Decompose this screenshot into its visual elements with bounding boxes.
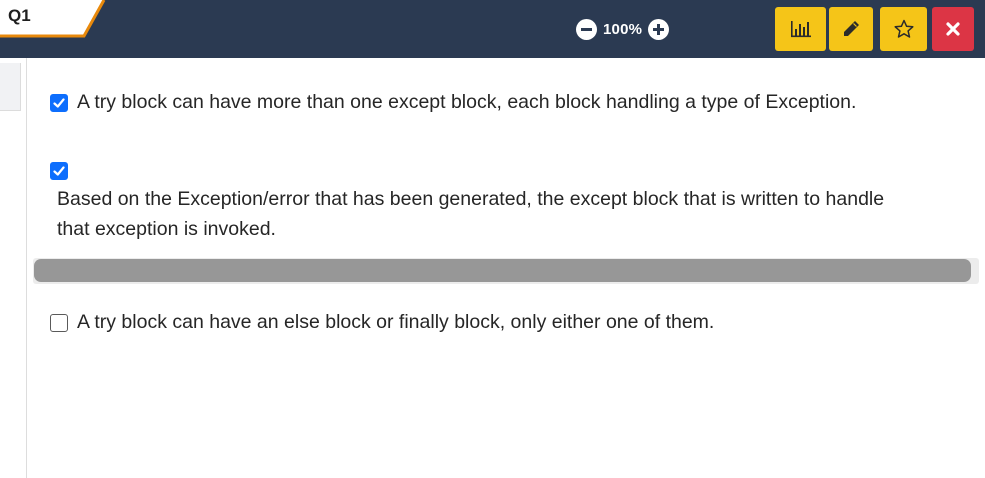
option-2-checkbox[interactable] <box>50 162 68 180</box>
check-icon <box>53 166 65 176</box>
option-2-text-line-2: that exception is invoked. <box>57 218 276 240</box>
question-number: Q1 <box>8 6 31 25</box>
side-panel <box>0 63 21 111</box>
edit-button[interactable] <box>829 7 873 51</box>
pencil-icon <box>844 21 859 36</box>
stats-button[interactable] <box>775 7 826 51</box>
option-1-checkbox[interactable] <box>50 94 68 112</box>
top-bar: Q1 100% <box>0 0 985 58</box>
option-1-text: A try block can have more than one excep… <box>77 91 857 113</box>
check-icon <box>53 98 65 108</box>
scrollbar-thumb[interactable] <box>34 259 971 282</box>
question-tab[interactable]: Q1 <box>0 0 110 38</box>
zoom-control: 100% <box>576 16 670 42</box>
option-3-checkbox[interactable] <box>50 314 68 332</box>
star-icon <box>893 19 914 38</box>
content-divider <box>26 58 27 478</box>
close-button[interactable] <box>932 7 974 51</box>
zoom-level: 100% <box>603 20 643 38</box>
bookmark-button[interactable] <box>880 7 927 51</box>
bar-chart-icon <box>790 21 811 38</box>
close-icon <box>946 22 960 36</box>
option-2-text-line-1: Based on the Exception/error that has be… <box>57 188 885 210</box>
option-3-text: A try block can have an else block or fi… <box>77 311 715 333</box>
plus-circle-icon[interactable] <box>648 18 670 40</box>
minus-circle-icon[interactable] <box>576 18 597 40</box>
